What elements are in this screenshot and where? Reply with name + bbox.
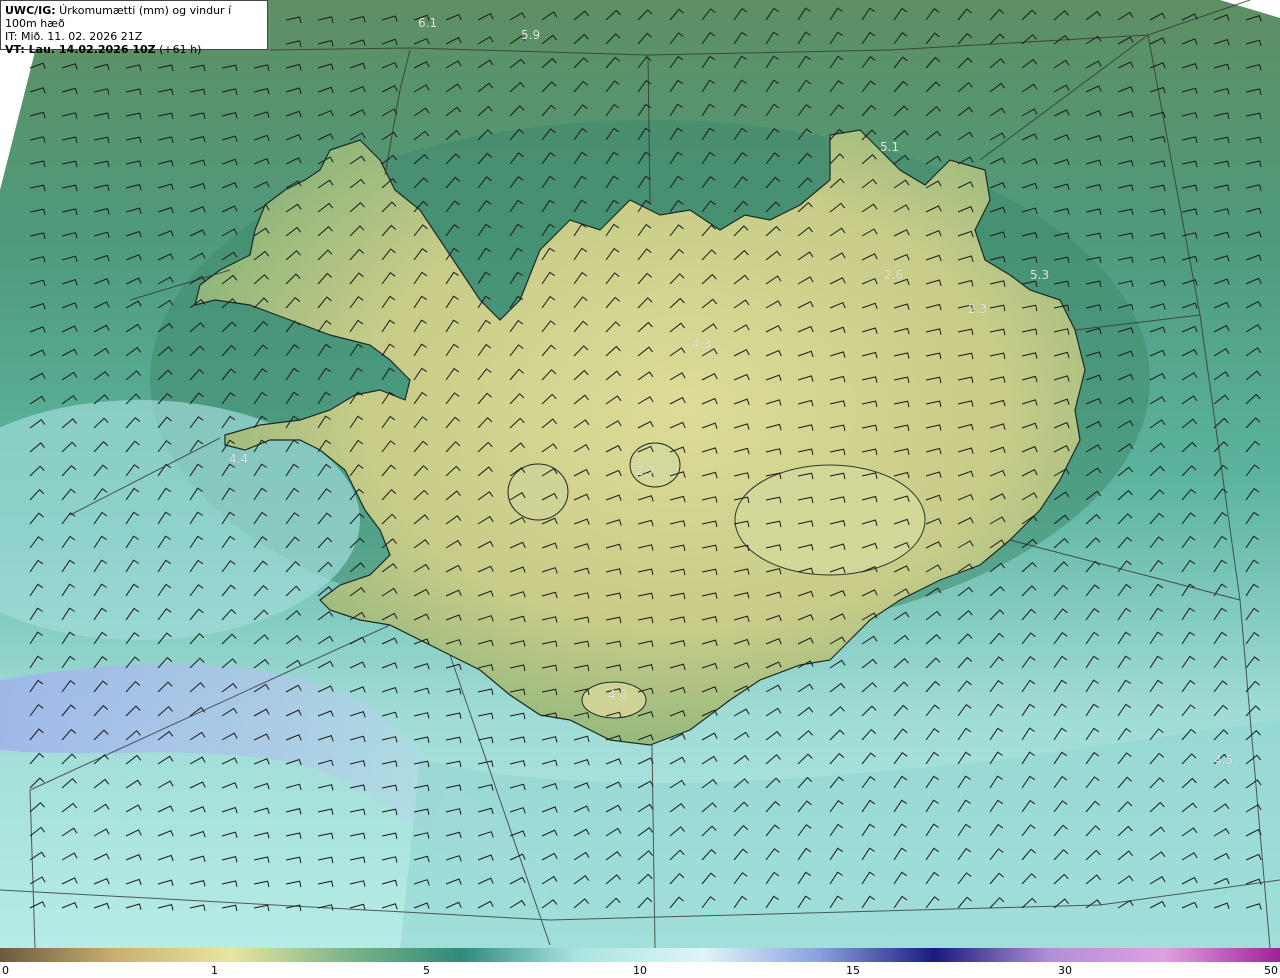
colorbar-tick: 15	[846, 964, 860, 977]
map-header: UWC/IG: Úrkomumætti (mm) og vindur í 100…	[0, 0, 268, 56]
forecast-hour: (+61 h)	[155, 43, 202, 56]
colorbar-tick: 1	[211, 964, 218, 977]
value-label: 4.0	[608, 688, 628, 702]
colorbar: 0 1 5 10 15 30 50	[0, 948, 1280, 978]
value-label: 5.9	[521, 28, 541, 42]
value-label: 5.3	[1030, 268, 1050, 282]
colorbar-tick: 5	[423, 964, 430, 977]
value-label: 4.5	[1214, 753, 1234, 767]
model-name: UWC/IG:	[5, 4, 56, 17]
valid-time: VT: Lau. 14.02.2026 10Z	[5, 43, 156, 56]
value-label: 6.1	[418, 16, 438, 30]
langjokull	[507, 463, 569, 521]
value-label: 2.7	[636, 464, 656, 478]
colorbar-tick: 10	[633, 964, 647, 977]
value-label: 4.3	[692, 337, 712, 351]
colorbar-strip	[0, 948, 1280, 962]
value-label: 5.1	[880, 140, 900, 154]
colorbar-tick: 50	[1264, 964, 1278, 977]
initial-time: IT: Mið. 11. 02. 2026 21Z	[5, 30, 143, 43]
vatnajokull	[734, 464, 926, 576]
colorbar-tick: 30	[1058, 964, 1072, 977]
value-label: 4.4	[229, 452, 249, 466]
value-label: 2.6	[884, 268, 904, 282]
colorbar-tick: 0	[2, 964, 9, 977]
value-label: 2.3	[968, 302, 988, 316]
